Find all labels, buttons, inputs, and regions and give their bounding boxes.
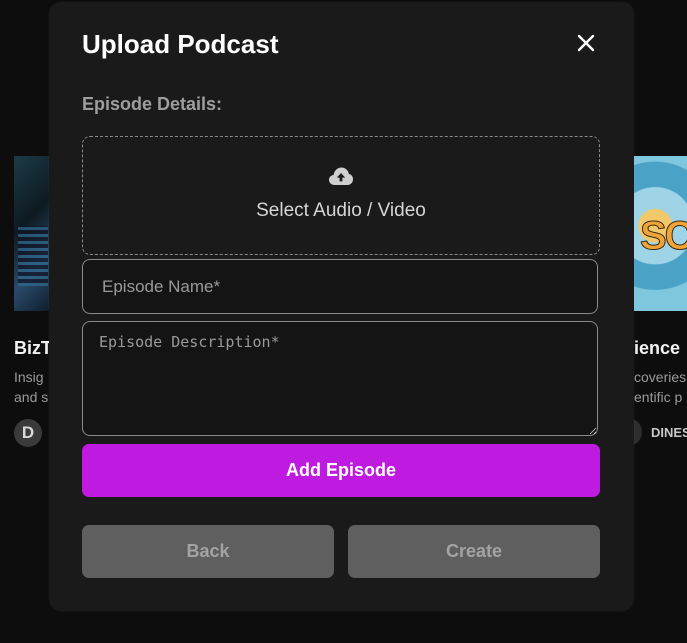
- avatar: D: [14, 419, 42, 447]
- section-label: Episode Details:: [82, 94, 223, 114]
- close-icon: [577, 34, 595, 52]
- episode-name-input[interactable]: [82, 259, 598, 314]
- podcast-card-title[interactable]: BizT: [14, 338, 52, 359]
- podcast-cover-image[interactable]: [14, 156, 54, 311]
- media-upload-dropzone[interactable]: Select Audio / Video: [82, 136, 600, 255]
- podcast-card-description: Insig and s: [14, 369, 49, 405]
- cloud-upload-icon: [329, 167, 353, 185]
- add-episode-button[interactable]: Add Episode: [82, 444, 600, 497]
- upload-podcast-modal: Upload Podcast Episode Details: Select A…: [49, 2, 634, 611]
- episode-description-input[interactable]: [82, 321, 598, 436]
- upload-label: Select Audio / Video: [256, 199, 426, 221]
- podcast-card-title[interactable]: ience: [634, 338, 687, 359]
- podcast-card-author: DINES: [651, 425, 687, 440]
- close-button[interactable]: [573, 30, 599, 56]
- modal-title: Upload Podcast: [82, 29, 279, 59]
- podcast-cover-image[interactable]: [634, 156, 687, 311]
- podcast-card-description: coveries entific p: [634, 369, 687, 405]
- back-button[interactable]: Back: [82, 525, 334, 578]
- create-button[interactable]: Create: [348, 525, 600, 578]
